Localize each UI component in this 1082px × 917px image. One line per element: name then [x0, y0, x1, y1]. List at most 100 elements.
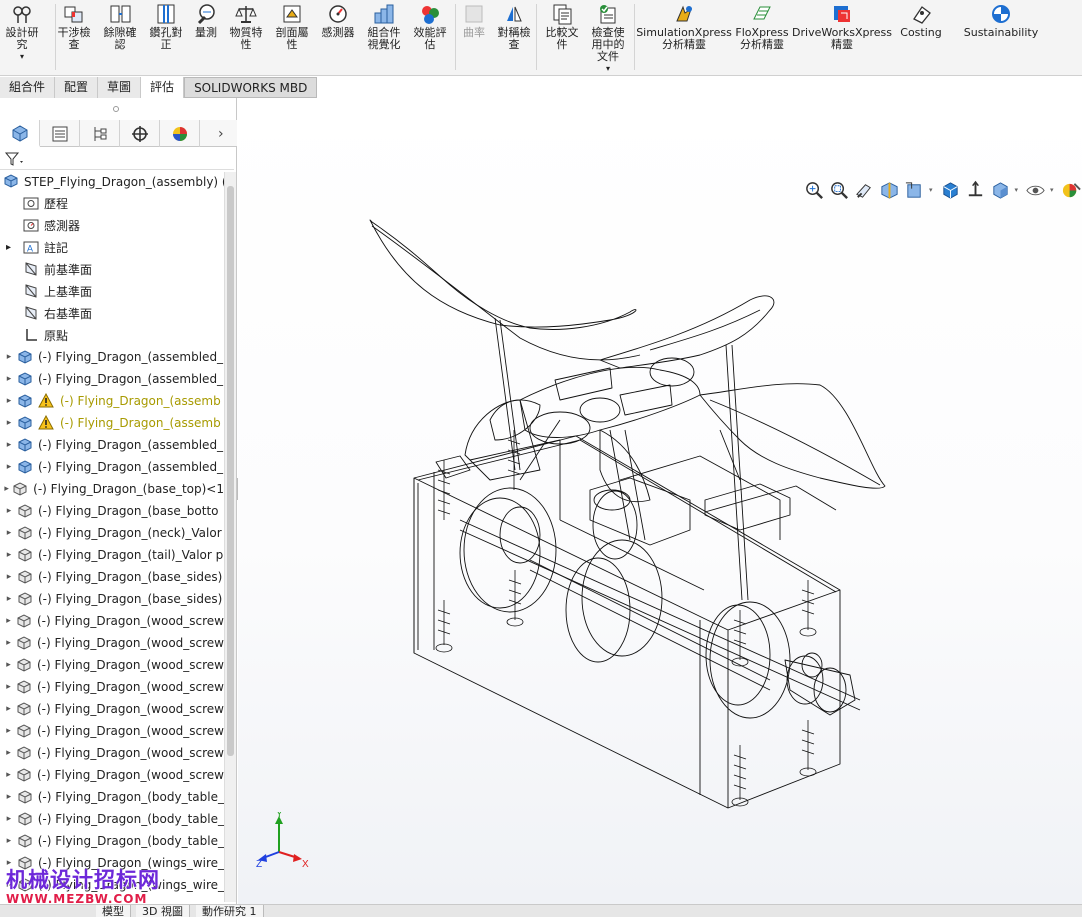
- normal-to-button[interactable]: [965, 180, 986, 201]
- ribbon-button-clearance-verification[interactable]: 餘隙確認: [100, 3, 140, 51]
- tree-feature-item[interactable]: ▸ A 註記: [0, 236, 224, 258]
- expand-arrow-icon[interactable]: ▸: [2, 682, 15, 692]
- tree-component-item[interactable]: ▸ (-) Flying_Dragon_(neck)_Valor: [0, 522, 224, 544]
- ribbon-button-sensor[interactable]: 感測器: [317, 3, 359, 39]
- tree-component-item[interactable]: ▸ (-) Flying_Dragon_(wood_screw: [0, 720, 224, 742]
- expand-arrow-icon[interactable]: ▸: [2, 638, 15, 648]
- panel-tabs-scroll-right[interactable]: ›: [218, 126, 224, 142]
- ribbon-button-interference-check[interactable]: 干涉檢查: [54, 3, 94, 51]
- dropdown-arrow-icon[interactable]: ▾: [929, 186, 933, 194]
- dropdown-arrow-icon[interactable]: ▾: [1050, 186, 1054, 194]
- expand-arrow-icon[interactable]: ▸: [2, 726, 15, 736]
- ribbon-button-measure[interactable]: 量測: [188, 3, 224, 39]
- tree-component-item[interactable]: ▸ (-) Flying_Dragon_(assembled_: [0, 346, 224, 368]
- expand-arrow-icon[interactable]: ▸: [6, 242, 11, 253]
- tree-component-item[interactable]: ▸ (-) Flying_Dragon_(wood_screw: [0, 654, 224, 676]
- tree-feature-item[interactable]: 歷程: [0, 192, 224, 214]
- tree-component-item[interactable]: ▸ (-) Flying_Dragon_(base_botto: [0, 500, 224, 522]
- dropdown-arrow-icon[interactable]: ▾: [606, 63, 610, 75]
- tree-component-item[interactable]: ▸ (-) Flying_Dragon_(wood_screw: [0, 610, 224, 632]
- expand-arrow-icon[interactable]: ▸: [2, 418, 16, 428]
- expand-arrow-icon[interactable]: ▸: [2, 440, 16, 450]
- section-view-button[interactable]: [879, 180, 900, 201]
- expand-arrow-icon[interactable]: ▸: [2, 814, 16, 824]
- ribbon-button-section-properties[interactable]: 剖面屬性: [272, 3, 312, 51]
- dropdown-arrow-icon[interactable]: ▾: [1015, 186, 1019, 194]
- ribbon-button-mass-properties[interactable]: 物質特性: [226, 3, 266, 51]
- dynamic-annotation-views-button[interactable]: [904, 180, 925, 201]
- view-orientation-button[interactable]: [940, 180, 961, 201]
- tab-3d-views[interactable]: 3D 視圖: [136, 905, 190, 917]
- panel-grip[interactable]: [113, 106, 119, 112]
- tree-component-item[interactable]: ▸ (-) Flying_Dragon_(assembled_: [0, 456, 224, 478]
- tree-component-item[interactable]: ▸ (-) Flying_Dragon_(body_table_: [0, 808, 224, 830]
- tree-feature-item[interactable]: 上基準面: [0, 280, 224, 302]
- tree-component-item[interactable]: ▸ (-) Flying_Dragon_(base_top)<1: [0, 478, 224, 500]
- ribbon-button-simulationxpress[interactable]: SimulationXpress 分析精靈: [636, 3, 732, 51]
- expand-arrow-icon[interactable]: ▸: [2, 352, 16, 362]
- ribbon-button-compare-documents[interactable]: 比較文件: [542, 3, 582, 51]
- tree-component-item[interactable]: ▸ (-) Flying_Dragon_(wood_screw: [0, 742, 224, 764]
- ribbon-button-curvature[interactable]: 曲率: [457, 3, 491, 39]
- tab-model[interactable]: 模型: [96, 905, 131, 917]
- tree-scrollbar[interactable]: [224, 172, 236, 902]
- graphics-area[interactable]: ▾▾▾▾▾: [238, 98, 1082, 904]
- tree-component-item[interactable]: ▸ (-) Flying_Dragon_(wood_screw: [0, 676, 224, 698]
- tree-component-item[interactable]: ▸ (-) Flying_Dragon_(assemb: [0, 412, 224, 434]
- tree-feature-item[interactable]: 右基準面: [0, 302, 224, 324]
- tree-component-item[interactable]: ▸ (-) Flying_Dragon_(assemb: [0, 390, 224, 412]
- ribbon-button-driveworksxpress[interactable]: DriveWorksXpress 精靈: [792, 3, 892, 51]
- expand-arrow-icon[interactable]: ▸: [2, 572, 16, 582]
- feature-manager-tab[interactable]: [0, 120, 40, 147]
- display-style-button[interactable]: [990, 180, 1011, 201]
- ribbon-button-assembly-visualization[interactable]: 組合件 視覺化: [362, 3, 406, 51]
- ribbon-button-performance-evaluation[interactable]: 效能評估: [410, 3, 450, 51]
- ribbon-button-costing[interactable]: Costing: [896, 3, 946, 39]
- expand-arrow-icon[interactable]: ▸: [2, 374, 16, 384]
- tree-component-item[interactable]: ▸ (-) Flying_Dragon_(body_table_: [0, 786, 224, 808]
- tree-component-item[interactable]: ▸ (-) Flying_Dragon_(base_sides): [0, 566, 224, 588]
- ribbon-button-hole-alignment[interactable]: 鑽孔對正: [146, 3, 186, 51]
- expand-arrow-icon[interactable]: ▸: [2, 550, 16, 560]
- tree-component-item[interactable]: ▸ (-) Flying_Dragon_(assembled_: [0, 434, 224, 456]
- expand-arrow-icon[interactable]: ▸: [2, 506, 16, 516]
- tab-assembly[interactable]: 組合件: [0, 77, 56, 98]
- zoom-to-area-button[interactable]: [829, 180, 850, 201]
- configuration-manager-tab[interactable]: [80, 120, 120, 147]
- dropdown-arrow-icon[interactable]: ▾: [20, 51, 24, 63]
- tree-feature-item[interactable]: 前基準面: [0, 258, 224, 280]
- tree-component-item[interactable]: ▸ (-) Flying_Dragon_(wood_screw: [0, 632, 224, 654]
- tree-component-item[interactable]: ▸ (-) Flying_Dragon_(tail)_Valor p: [0, 544, 224, 566]
- tab-layout[interactable]: 配置: [55, 77, 99, 98]
- dimxpert-manager-tab[interactable]: [120, 120, 160, 147]
- ribbon-button-check-active-document[interactable]: 檢查使 用中的 文件 ▾: [586, 3, 630, 75]
- expand-arrow-icon[interactable]: ▸: [2, 836, 16, 846]
- display-manager-tab[interactable]: [160, 120, 200, 147]
- tree-component-item[interactable]: ▸ (-) Flying_Dragon_(wood_screw: [0, 764, 224, 786]
- edit-appearance-button[interactable]: [1061, 180, 1082, 201]
- tab-evaluate[interactable]: 評估: [141, 77, 185, 98]
- expand-arrow-icon[interactable]: ▸: [2, 616, 15, 626]
- ribbon-button-symmetry-check[interactable]: 對稱檢查: [494, 3, 534, 51]
- tree-component-item[interactable]: ▸ (-) Flying_Dragon_(wood_screw: [0, 698, 224, 720]
- tab-sketch[interactable]: 草圖: [98, 77, 142, 98]
- expand-arrow-icon[interactable]: ▸: [2, 396, 16, 406]
- tree-scrollbar-thumb[interactable]: [227, 186, 234, 756]
- ribbon-button-floxpress[interactable]: FloXpress 分析精靈: [726, 3, 798, 51]
- tree-feature-item[interactable]: 感測器: [0, 214, 224, 236]
- property-manager-tab[interactable]: [40, 120, 80, 147]
- expand-arrow-icon[interactable]: ▸: [2, 792, 16, 802]
- tree-component-item[interactable]: ▸ (-) Flying_Dragon_(body_table_: [0, 830, 224, 852]
- hide-show-items-button[interactable]: [1025, 180, 1046, 201]
- expand-arrow-icon[interactable]: ▸: [2, 462, 16, 472]
- tree-root-assembly[interactable]: STEP_Flying_Dragon_(assembly) (預: [0, 170, 224, 192]
- tab-solidworks-mbd[interactable]: SOLIDWORKS MBD: [184, 77, 318, 98]
- tab-motion-study-1[interactable]: 動作研究 1: [196, 905, 264, 917]
- zoom-to-fit-button[interactable]: [804, 180, 825, 201]
- ribbon-button-design-study[interactable]: 設計研究 ▾: [2, 3, 42, 63]
- expand-arrow-icon[interactable]: ▸: [2, 704, 15, 714]
- ribbon-button-sustainability[interactable]: Sustainability: [959, 3, 1043, 39]
- tree-component-item[interactable]: ▸ (-) Flying_Dragon_(base_sides): [0, 588, 224, 610]
- expand-arrow-icon[interactable]: ▸: [2, 660, 15, 670]
- tree-filter[interactable]: [0, 148, 234, 170]
